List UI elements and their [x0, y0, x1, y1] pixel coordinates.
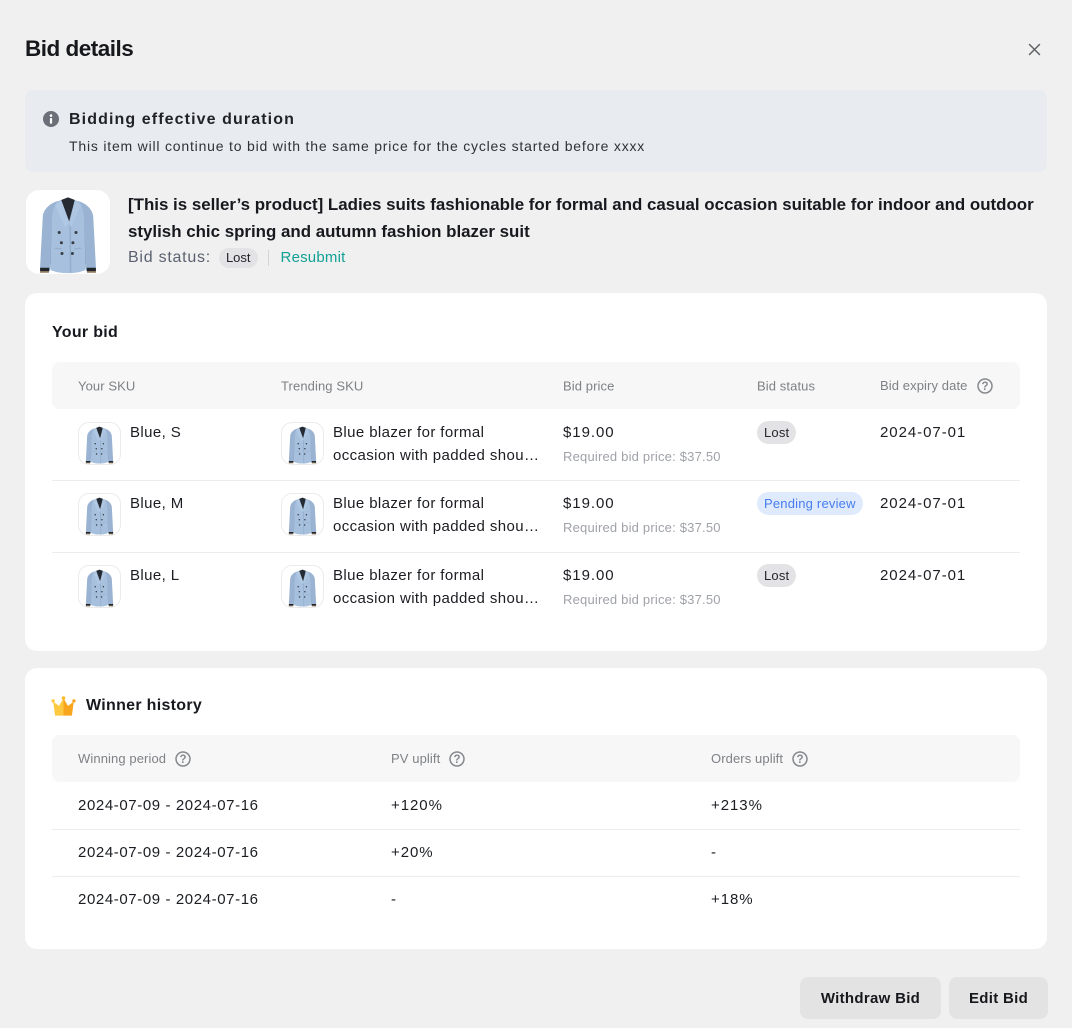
svg-text:?: ?: [180, 754, 187, 766]
svg-text:?: ?: [797, 754, 804, 766]
svg-text:?: ?: [981, 381, 988, 393]
svg-text:?: ?: [454, 754, 461, 766]
